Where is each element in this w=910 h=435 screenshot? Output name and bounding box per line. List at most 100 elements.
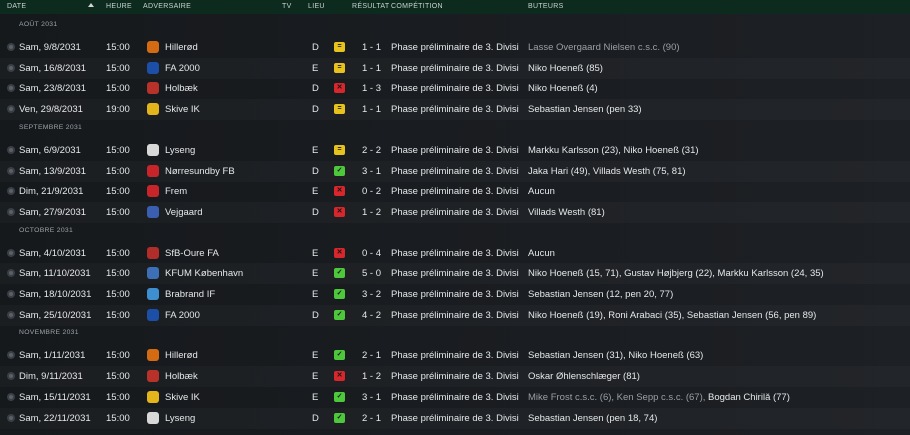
- opponent-name[interactable]: SfB-Oure FA: [165, 248, 219, 259]
- competition-name[interactable]: Phase préliminaire de 3. Divisi: [391, 350, 524, 361]
- competition-name[interactable]: Phase préliminaire de 3. Divisi: [391, 186, 524, 197]
- opponent-name[interactable]: Hillerød: [165, 350, 198, 361]
- match-status-icon[interactable]: [7, 166, 15, 175]
- table-row[interactable]: Sam, 22/11/2031 15:00 Lyseng D ✓ 2 - 1 Phase p…: [0, 408, 910, 429]
- match-status-icon[interactable]: [7, 372, 15, 381]
- competition-name[interactable]: Phase préliminaire de 3. Divisi: [391, 145, 524, 156]
- table-row[interactable]: Sam, 9/8/2031 15:00 Hillerød D = 1 - 1 Phase p…: [0, 37, 910, 58]
- match-status-icon[interactable]: [7, 351, 15, 360]
- match-score[interactable]: 3 - 1: [362, 392, 381, 403]
- table-row[interactable]: Sam, 23/8/2031 15:00 Holbæk D ✕ 1 - 3 Phase pr…: [0, 78, 910, 99]
- opponent-name[interactable]: KFUM København: [165, 268, 243, 279]
- table-row[interactable]: Ven, 29/8/2031 19:00 Skive IK D = 1 - 1 Phase …: [0, 99, 910, 120]
- match-status-icon[interactable]: [7, 105, 15, 114]
- opponent-name[interactable]: Lyseng: [165, 145, 195, 156]
- opponent-name[interactable]: Vejgaard: [165, 207, 203, 218]
- match-status-icon[interactable]: [7, 187, 15, 196]
- col-result[interactable]: RÉSULTAT: [352, 3, 389, 10]
- table-row[interactable]: Sam, 1/11/2031 15:00 Hillerød E ✓ 2 - 1 Phase …: [0, 345, 910, 366]
- match-score[interactable]: 0 - 2: [362, 186, 381, 197]
- competition-name[interactable]: Phase préliminaire de 3. Divisi: [391, 268, 524, 279]
- match-status-icon[interactable]: [7, 145, 15, 154]
- col-date[interactable]: DATE: [7, 3, 26, 10]
- scorer-list: Sebastian Jensen (31), Niko Hoeneß (63): [528, 350, 704, 362]
- match-status-icon[interactable]: [7, 392, 15, 401]
- match-status-icon[interactable]: [7, 269, 15, 278]
- match-status-icon[interactable]: [7, 413, 15, 422]
- competition-name[interactable]: Phase préliminaire de 3. Divisi: [391, 104, 524, 115]
- opponent-name[interactable]: Nørresundby FB: [165, 166, 235, 177]
- table-row[interactable]: Dim, 21/9/2031 15:00 Frem E ✕ 0 - 2 Phase prél…: [0, 181, 910, 202]
- table-row[interactable]: Sam, 16/8/2031 15:00 FA 2000 E = 1 - 1 Phase p…: [0, 58, 910, 79]
- table-row[interactable]: Sam, 11/10/2031 15:00 KFUM København E ✓ 5 - …: [0, 263, 910, 284]
- scorer-list: Aucun: [528, 247, 555, 259]
- competition-name[interactable]: Phase préliminaire de 3. Divisi: [391, 392, 524, 403]
- opponent-name[interactable]: Skive IK: [165, 104, 200, 115]
- match-status-icon[interactable]: [7, 63, 15, 72]
- table-row[interactable]: Sam, 25/10/2031 15:00 FA 2000 D ✓ 4 - 2 Phase …: [0, 305, 910, 326]
- scorer-list: Villads Westh (81): [528, 206, 605, 218]
- competition-name[interactable]: Phase préliminaire de 3. Divisi: [391, 371, 524, 382]
- opponent-name[interactable]: Brabrand IF: [165, 289, 215, 300]
- col-competition[interactable]: COMPÉTITION: [391, 3, 443, 10]
- match-status-icon[interactable]: [7, 310, 15, 319]
- opponent-name[interactable]: Holbæk: [165, 83, 198, 94]
- match-status-icon[interactable]: [7, 84, 15, 93]
- match-score[interactable]: 1 - 1: [362, 42, 381, 53]
- month-label: SEPTEMBRE 2031: [19, 123, 83, 131]
- match-score[interactable]: 3 - 1: [362, 166, 381, 177]
- opponent-name[interactable]: Lyseng: [165, 413, 195, 424]
- match-score[interactable]: 1 - 2: [362, 371, 381, 382]
- club-crest-icon: [147, 390, 159, 403]
- col-scorers[interactable]: BUTEURS: [528, 3, 564, 10]
- col-tv[interactable]: TV: [282, 3, 292, 10]
- match-score[interactable]: 3 - 2: [362, 289, 381, 300]
- match-time: 15:00: [106, 247, 130, 259]
- competition-name[interactable]: Phase préliminaire de 3. Divisi: [391, 248, 524, 259]
- match-score[interactable]: 2 - 2: [362, 145, 381, 156]
- opponent-name[interactable]: FA 2000: [165, 63, 200, 74]
- opponent-name[interactable]: Skive IK: [165, 392, 200, 403]
- win-result-icon: ✓: [334, 350, 345, 361]
- competition-name[interactable]: Phase préliminaire de 3. Divisi: [391, 310, 524, 321]
- col-time[interactable]: HEURE: [106, 3, 132, 10]
- match-status-icon[interactable]: [7, 207, 15, 216]
- match-status-icon[interactable]: [7, 248, 15, 257]
- competition-name[interactable]: Phase préliminaire de 3. Divisi: [391, 63, 524, 74]
- match-status-icon[interactable]: [7, 290, 15, 298]
- col-opponent[interactable]: ADVERSAIRE: [143, 3, 191, 10]
- table-row[interactable]: Sam, 18/10/2031 15:00 Brabrand IF E ✓ 3 - 2 Ph…: [0, 284, 910, 305]
- match-score[interactable]: 2 - 1: [362, 413, 381, 424]
- sort-ascending-icon[interactable]: [88, 3, 94, 7]
- match-score[interactable]: 2 - 1: [362, 350, 381, 361]
- competition-name[interactable]: Phase préliminaire de 3. Divisi: [391, 413, 524, 424]
- match-date: Sam, 9/8/2031: [19, 42, 81, 53]
- match-status-icon[interactable]: [7, 43, 15, 51]
- table-row[interactable]: Sam, 13/9/2031 15:00 Nørresundby FB D ✓ 3 - 1…: [0, 161, 910, 182]
- table-row[interactable]: Dim, 9/11/2031 15:00 Holbæk E ✕ 1 - 2 Phase pr…: [0, 366, 910, 387]
- match-score[interactable]: 0 - 4: [362, 248, 381, 259]
- match-score[interactable]: 1 - 2: [362, 207, 381, 218]
- match-score[interactable]: 1 - 3: [362, 83, 381, 94]
- opponent-name[interactable]: Frem: [165, 186, 187, 197]
- match-score[interactable]: 5 - 0: [362, 268, 381, 279]
- match-score[interactable]: 4 - 2: [362, 310, 381, 321]
- opponent-name[interactable]: Holbæk: [165, 371, 198, 382]
- table-header: DATE HEURE ADVERSAIRE TV LIEU RÉSULTAT C…: [0, 0, 910, 14]
- match-score[interactable]: 1 - 1: [362, 63, 381, 74]
- venue: E: [312, 144, 319, 156]
- competition-name[interactable]: Phase préliminaire de 3. Divisi: [391, 83, 524, 94]
- opponent-name[interactable]: Hillerød: [165, 42, 198, 53]
- table-row[interactable]: Sam, 6/9/2031 15:00 Lyseng E = 2 - 2 Phase pré…: [0, 140, 910, 161]
- table-row[interactable]: Sam, 4/10/2031 15:00 SfB-Oure FA E ✕ 0 - 4 Pha…: [0, 243, 910, 264]
- competition-name[interactable]: Phase préliminaire de 3. Divisi: [391, 207, 524, 218]
- match-score[interactable]: 1 - 1: [362, 104, 381, 115]
- table-row[interactable]: Sam, 15/11/2031 15:00 Skive IK E ✓ 3 - 1 Phase…: [0, 387, 910, 408]
- col-venue[interactable]: LIEU: [308, 3, 325, 10]
- opponent-name[interactable]: FA 2000: [165, 310, 200, 321]
- match-date: Sam, 11/10/2031: [19, 268, 91, 280]
- competition-name[interactable]: Phase préliminaire de 3. Divisi: [391, 42, 524, 53]
- table-row[interactable]: Sam, 27/9/2031 15:00 Vejgaard D ✕ 1 - 2 Phase …: [0, 202, 910, 223]
- competition-name[interactable]: Phase préliminaire de 3. Divisi: [391, 166, 524, 177]
- competition-name[interactable]: Phase préliminaire de 3. Divisi: [391, 289, 524, 300]
